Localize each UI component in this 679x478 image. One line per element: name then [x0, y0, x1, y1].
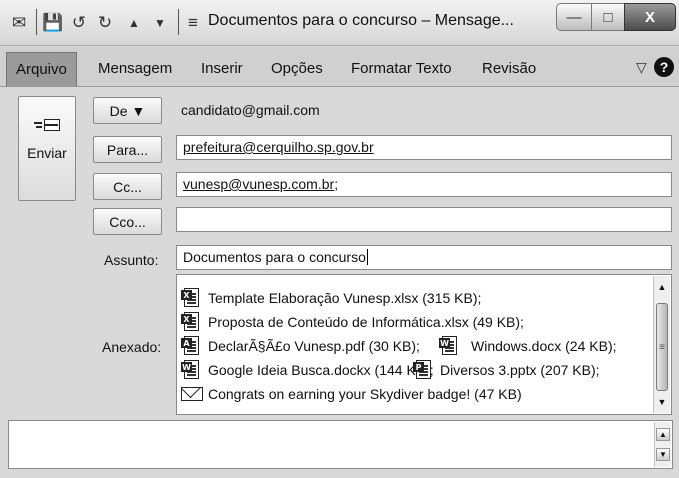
cc-recipient[interactable]: vunesp@vunesp.com.br	[183, 176, 334, 192]
save-icon[interactable]: 💾	[42, 11, 64, 35]
redo-icon[interactable]: ↻	[94, 11, 116, 35]
excel-file-icon: X	[181, 288, 203, 308]
tab-arquivo[interactable]: Arquivo	[6, 52, 77, 87]
subject-field[interactable]: Documentos para o concurso	[176, 245, 672, 270]
collapse-ribbon-icon[interactable]: ▽	[636, 59, 647, 76]
maximize-button[interactable]: □	[591, 3, 625, 31]
subject-label: Assunto:	[104, 252, 159, 268]
customize-toolbar-icon[interactable]: ≡	[183, 11, 203, 35]
body-scrollbar[interactable]: ▲ ▼	[654, 422, 671, 467]
from-button[interactable]: De ▼	[93, 97, 162, 124]
attachment-item[interactable]: Congrats on earning your Skydiver badge!…	[181, 383, 522, 405]
minimize-button[interactable]: —	[556, 3, 592, 31]
attachment-name: Template Elaboração Vunesp.xlsx (315 KB)…	[208, 290, 482, 306]
attachment-item[interactable]: A DeclarÃ§Ã£o Vunesp.pdf (30 KB);	[181, 335, 420, 357]
cc-separator: ;	[334, 176, 339, 192]
to-field[interactable]: prefeitura@cerquilho.sp.gov.br	[176, 135, 672, 160]
tab-revisao[interactable]: Revisão	[482, 60, 536, 77]
scroll-up-icon[interactable]: ▲	[654, 279, 670, 295]
tab-opcoes[interactable]: Opções	[271, 60, 323, 77]
outlook-app-icon[interactable]: ✉	[6, 11, 32, 35]
email-message-icon	[181, 384, 203, 404]
attachment-item[interactable]: X Proposta de Conteúdo de Informática.xl…	[181, 311, 524, 333]
cc-field[interactable]: vunesp@vunesp.com.br;	[176, 172, 672, 197]
previous-item-icon[interactable]: ▲	[124, 11, 144, 35]
from-address: candidato@gmail.com	[181, 102, 320, 118]
bcc-button[interactable]: Cco...	[93, 208, 162, 235]
scroll-down-icon[interactable]: ▼	[656, 448, 670, 461]
to-recipient[interactable]: prefeitura@cerquilho.sp.gov.br	[183, 139, 374, 155]
attachment-name: Google Ideia Busca.dockx (144 KB);	[208, 362, 434, 378]
send-icon	[34, 119, 60, 133]
powerpoint-file-icon: P	[413, 360, 435, 380]
attachment-name: DeclarÃ§Ã£o Vunesp.pdf (30 KB);	[208, 338, 420, 354]
scroll-up-icon[interactable]: ▲	[656, 428, 670, 441]
undo-icon[interactable]: ↺	[68, 11, 90, 35]
title-bar: ✉ 💾 ↺ ↻ ▲ ▼ ≡ Documentos para o concurso…	[0, 0, 679, 46]
next-item-icon[interactable]: ▼	[150, 11, 170, 35]
to-button[interactable]: Para...	[93, 136, 162, 163]
attachment-item[interactable]: W Google Ideia Busca.dockx (144 KB);	[181, 359, 434, 381]
pdf-file-icon: A	[181, 336, 203, 356]
attachment-item[interactable]: X Template Elaboração Vunesp.xlsx (315 K…	[181, 287, 481, 309]
window-title: Documentos para o concurso – Mensage...	[208, 12, 514, 29]
message-body[interactable]: ▲ ▼	[8, 420, 673, 469]
attachment-item[interactable]: P Diversos 3.pptx (207 KB);	[413, 359, 600, 381]
bcc-field[interactable]	[176, 207, 672, 232]
scroll-thumb[interactable]: ≡	[656, 303, 668, 391]
attachments-box: X Template Elaboração Vunesp.xlsx (315 K…	[176, 274, 672, 415]
send-label: Enviar	[27, 145, 67, 161]
close-button[interactable]: X	[624, 3, 676, 31]
attachments-scrollbar[interactable]: ▲ ≡ ▼	[653, 276, 670, 413]
subject-text: Documentos para o concurso	[183, 249, 366, 265]
help-icon[interactable]: ?	[654, 57, 674, 77]
ribbon-tabs: Arquivo Mensagem Inserir Opções Formatar…	[0, 47, 679, 87]
quick-access-separator	[36, 9, 37, 35]
send-button[interactable]: Enviar	[18, 96, 76, 201]
attachment-name: Proposta de Conteúdo de Informática.xlsx…	[208, 314, 524, 330]
attachment-name: Diversos 3.pptx (207 KB);	[440, 362, 600, 378]
attachment-name: Congrats on earning your Skydiver badge!…	[208, 386, 522, 402]
text-cursor	[366, 249, 368, 265]
attachment-name: Windows.docx (24 KB);	[471, 338, 617, 354]
attached-label: Anexado:	[102, 339, 162, 355]
cc-button[interactable]: Cc...	[93, 173, 162, 200]
tab-inserir[interactable]: Inserir	[201, 60, 243, 77]
tab-mensagem[interactable]: Mensagem	[98, 60, 172, 77]
excel-file-icon: X	[181, 312, 203, 332]
scroll-down-icon[interactable]: ▼	[654, 394, 670, 410]
attachment-item[interactable]: W Windows.docx (24 KB);	[439, 335, 617, 357]
word-file-icon: W	[439, 336, 461, 356]
word-file-icon: W	[181, 360, 203, 380]
quick-access-separator	[178, 9, 179, 35]
tab-formatar-texto[interactable]: Formatar Texto	[351, 60, 452, 77]
